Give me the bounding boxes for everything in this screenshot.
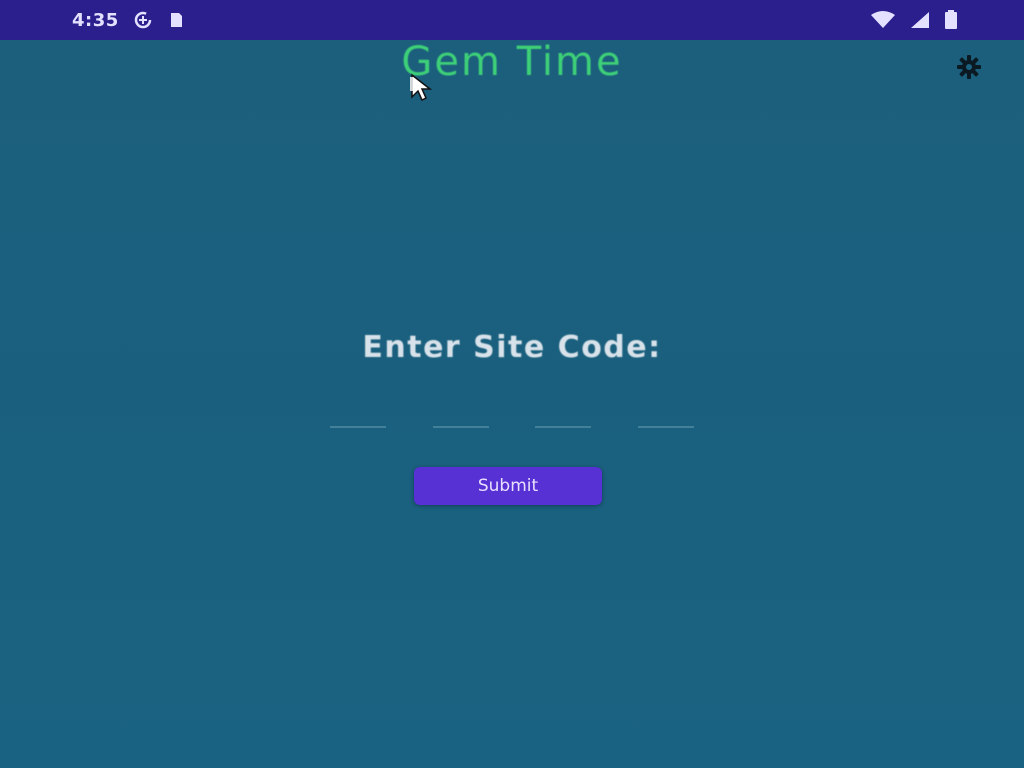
status-bar-right <box>870 10 958 30</box>
settings-button[interactable] <box>954 54 984 84</box>
sim-card-icon <box>167 11 185 29</box>
app-screen: Gem Time Enter Site Code: Submit <box>0 40 1024 768</box>
site-code-inputs <box>330 406 694 428</box>
status-bar: 4:35 <box>0 0 1024 40</box>
status-time: 4:35 <box>72 9 119 31</box>
data-saver-icon <box>133 10 153 30</box>
wifi-icon <box>870 11 896 29</box>
status-bar-left: 4:35 <box>72 10 185 31</box>
signal-icon <box>910 11 930 29</box>
site-code-input-1[interactable] <box>330 406 386 428</box>
site-code-label: Enter Site Code: <box>362 330 662 365</box>
site-code-input-2[interactable] <box>432 406 489 428</box>
app-title: Gem Time <box>401 39 623 85</box>
battery-icon <box>944 10 958 30</box>
site-code-input-3[interactable] <box>535 406 592 428</box>
gear-icon <box>956 54 982 84</box>
submit-button[interactable]: Submit <box>414 467 602 505</box>
site-code-input-4[interactable] <box>637 406 694 428</box>
